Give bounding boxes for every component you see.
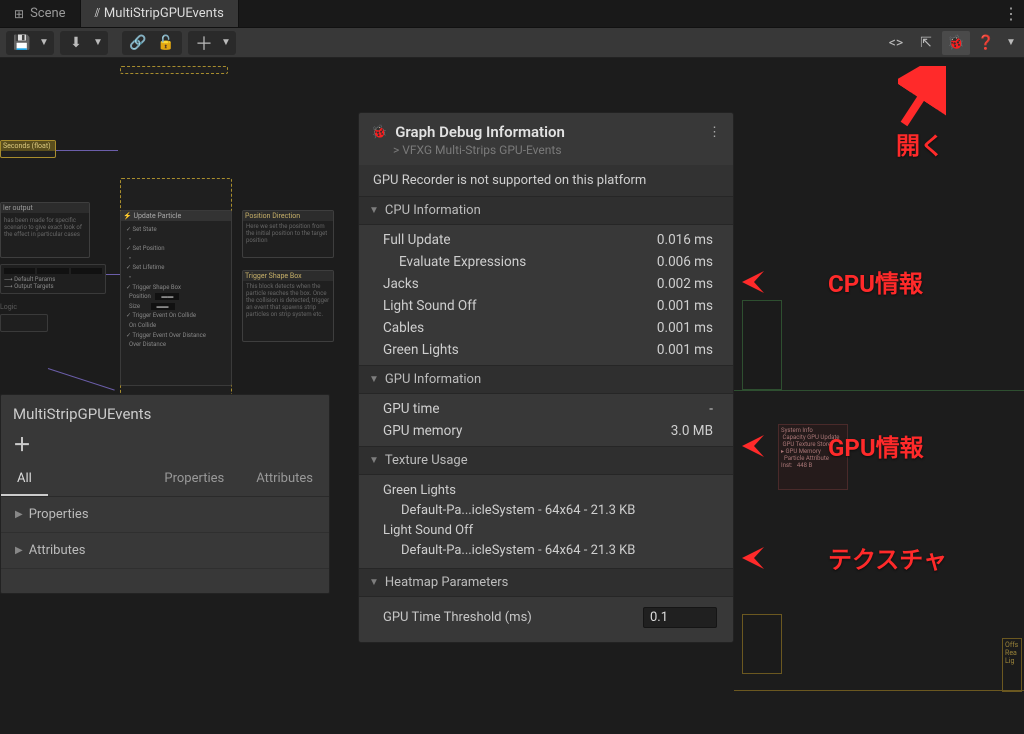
blackboard-tabs: All Properties Attributes <box>1 463 329 497</box>
graph-wire <box>734 390 1024 391</box>
graph-node[interactable]: Seconds (float) <box>0 140 56 158</box>
graph-annotation: ler output has been made for specific sc… <box>0 202 90 258</box>
blackboard-tab-attributes[interactable]: Attributes <box>240 463 329 496</box>
debug-panel-menu-icon[interactable]: ⋮ <box>708 125 721 140</box>
gpu-row: GPU memory3.0 MB <box>359 420 733 442</box>
texture-item-detail: Default-Pa...icleSystem - 64x64 - 21.3 K… <box>383 501 715 521</box>
cpu-row: Green Lights0.001 ms <box>359 339 733 361</box>
chevron-down-icon: ▼ <box>369 205 379 216</box>
graph-annotation-3: Trigger Shape Box This block detects whe… <box>242 270 334 342</box>
vfx-icon: ⫽ <box>95 6 98 21</box>
texture-item-detail: Default-Pa...icleSystem - 64x64 - 21.3 K… <box>383 541 715 561</box>
bug-icon[interactable]: 🐞 <box>942 31 970 55</box>
blackboard-section-properties[interactable]: ▶ Properties <box>1 497 329 533</box>
toolbar-dropdown-icon[interactable]: ▼ <box>1002 31 1020 55</box>
threshold-label: GPU Time Threshold (ms) <box>383 610 643 625</box>
chevron-down-icon: ▼ <box>369 374 379 385</box>
window-tabbar: ⊞ Scene ⫽ MultiStripGPUEvents ⋮ <box>0 0 1024 28</box>
code-icon[interactable]: <> <box>882 31 910 55</box>
graph-node-bg-3[interactable] <box>742 614 782 674</box>
center-icon[interactable]: ⇱ <box>912 31 940 55</box>
tab-scene[interactable]: ⊞ Scene <box>0 0 81 27</box>
debug-panel-warning: GPU Recorder is not supported on this pl… <box>359 165 733 196</box>
grid-icon: ⊞ <box>14 7 24 21</box>
graph-node-bg-2[interactable]: System Info Capacity GPU Update GPU Text… <box>778 424 848 490</box>
blackboard-tab-properties[interactable]: Properties <box>148 463 240 496</box>
threshold-input[interactable] <box>643 607 717 628</box>
cpu-row: Cables0.001 ms <box>359 317 733 339</box>
graph-node-small-2[interactable] <box>0 314 48 332</box>
bug-icon: 🐞 <box>371 125 387 140</box>
cpu-row: Light Sound Off0.001 ms <box>359 295 733 317</box>
graph-node-bg-4[interactable]: OffsReaLig <box>1002 638 1022 692</box>
texture-item-name: Light Sound Off <box>383 521 715 541</box>
cpu-rows: Full Update0.016 ms Evaluate Expressions… <box>359 225 733 365</box>
tab-options-icon[interactable]: ⋮ <box>998 0 1024 27</box>
blackboard-add-button[interactable]: ＋ <box>13 431 31 457</box>
lock-icon[interactable]: 🔓 <box>152 31 180 55</box>
cpu-row: Jacks0.002 ms <box>359 273 733 295</box>
graph-group-outline <box>120 66 228 74</box>
blackboard-section-attributes[interactable]: ▶ Attributes <box>1 533 329 569</box>
debug-section-texture[interactable]: ▼ Texture Usage <box>359 446 733 475</box>
debug-section-gpu[interactable]: ▼ GPU Information <box>359 365 733 394</box>
add-dropdown-icon[interactable]: ▼ <box>218 31 234 55</box>
chevron-down-icon: ▼ <box>369 455 379 466</box>
blackboard-tab-all[interactable]: All <box>1 463 48 496</box>
import-dropdown-icon[interactable]: ▼ <box>90 31 106 55</box>
graph-node-block[interactable]: ⚡ Update Particle ✓ Set State •✓ Set Pos… <box>120 210 232 386</box>
cpu-row: Evaluate Expressions0.006 ms <box>359 251 733 273</box>
blackboard-panel: MultiStripGPUEvents ＋ All Properties Att… <box>0 394 330 594</box>
graph-node-bg[interactable] <box>742 300 782 390</box>
graph-wire-2 <box>734 690 1024 691</box>
tab-scene-label: Scene <box>30 6 66 21</box>
import-icon[interactable]: ⬇ <box>62 31 90 55</box>
texture-rows: Green Lights Default-Pa...icleSystem - 6… <box>359 475 733 568</box>
gpu-row: GPU time- <box>359 398 733 420</box>
graph-toolbar: 💾 ▼ ⬇ ▼ 🔗 🔓 ＋ ▼ <> ⇱ 🐞 ❓ ▼ <box>0 28 1024 58</box>
texture-item-name: Green Lights <box>383 481 715 501</box>
debug-section-cpu[interactable]: ▼ CPU Information <box>359 196 733 225</box>
blackboard-title: MultiStripGPUEvents <box>13 405 317 423</box>
debug-panel-subtitle: > VFXG Multi-Strips GPU-Events <box>359 143 733 165</box>
help-icon[interactable]: ❓ <box>972 31 1000 55</box>
link-icon[interactable]: 🔗 <box>124 31 152 55</box>
graph-annotation-2: Position Direction Here we set the posit… <box>242 210 334 258</box>
graph-nodes-area: Seconds (float) ler output has been made… <box>0 58 340 394</box>
add-icon[interactable]: ＋ <box>190 31 218 55</box>
heatmap-param-row: GPU Time Threshold (ms) <box>359 597 733 642</box>
save-dropdown-icon[interactable]: ▼ <box>36 31 52 55</box>
tab-vfx-graph[interactable]: ⫽ MultiStripGPUEvents <box>81 0 239 27</box>
chevron-right-icon: ▶ <box>15 545 23 556</box>
cpu-row: Full Update0.016 ms <box>359 229 733 251</box>
chevron-down-icon: ▼ <box>369 577 379 588</box>
save-icon[interactable]: 💾 <box>8 31 36 55</box>
logic-label: Logic <box>0 303 17 311</box>
gpu-rows: GPU time- GPU memory3.0 MB <box>359 394 733 446</box>
chevron-right-icon: ▶ <box>15 509 23 520</box>
tab-vfx-label: MultiStripGPUEvents <box>104 6 224 21</box>
debug-info-panel: 🐞 Graph Debug Information ⋮ > VFXG Multi… <box>358 112 734 643</box>
debug-section-heatmap[interactable]: ▼ Heatmap Parameters <box>359 568 733 597</box>
graph-node-small[interactable]: ⟶ Default Params⟶ Output Targets <box>0 264 106 294</box>
debug-panel-title: Graph Debug Information <box>395 123 700 141</box>
